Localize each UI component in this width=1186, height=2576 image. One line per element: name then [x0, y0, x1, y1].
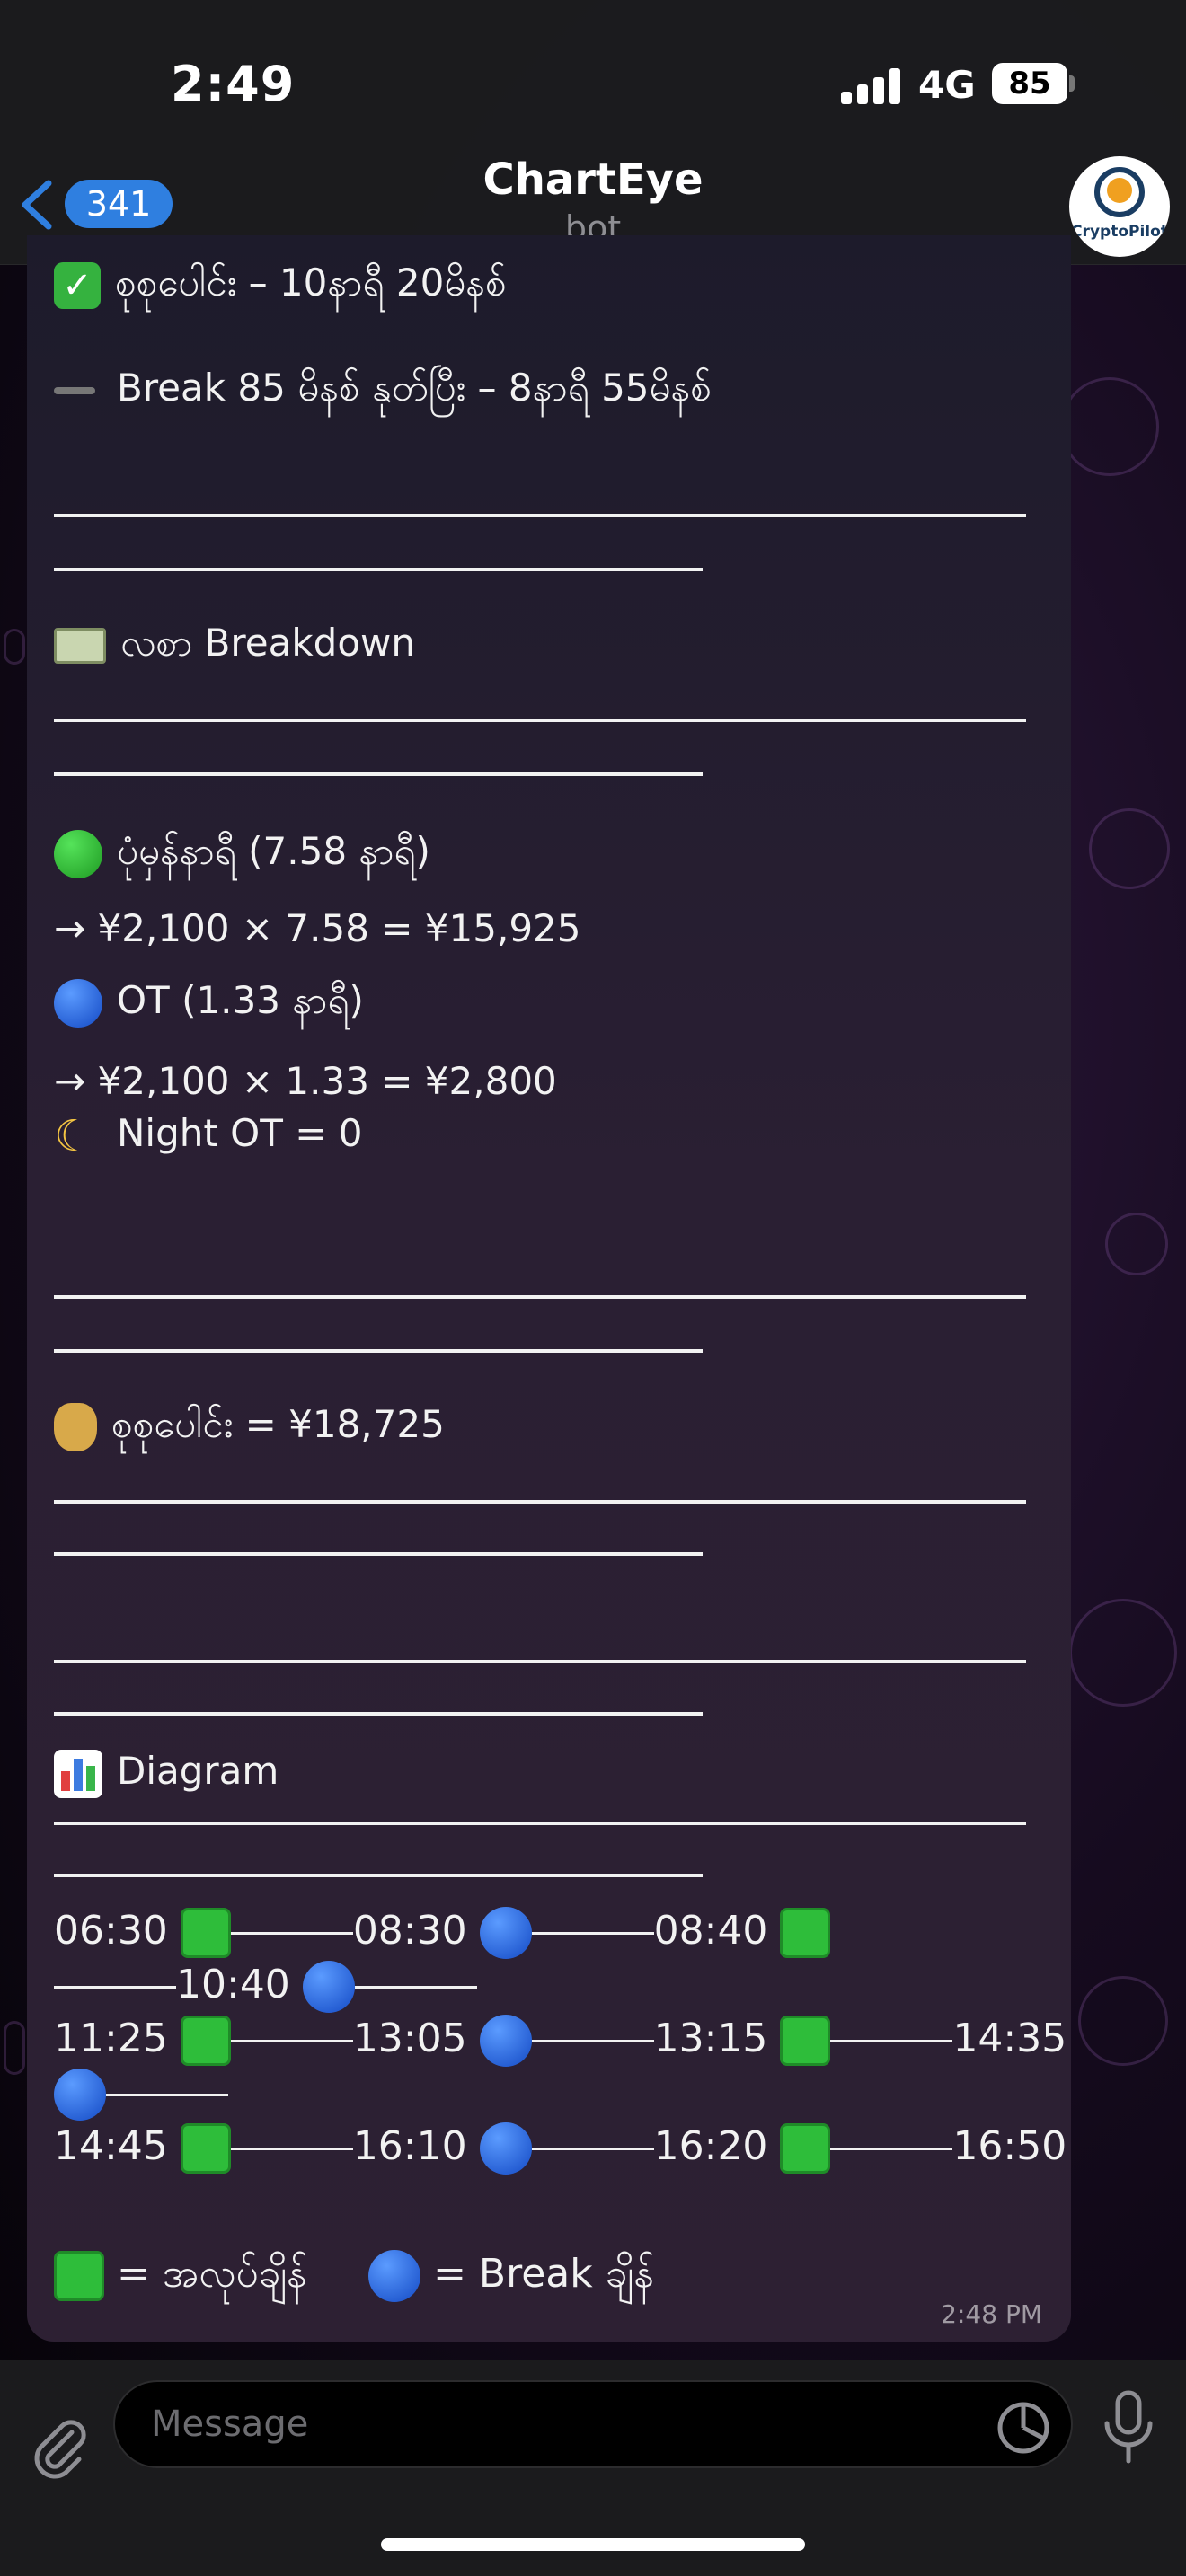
message-timestamp: 2:48 PM [941, 2299, 1042, 2329]
diagram-heading-row: Diagram [54, 1746, 279, 1798]
green-square-icon [180, 2016, 231, 2066]
green-square-icon [180, 2123, 231, 2174]
green-square-icon [180, 1908, 231, 1958]
total-time-row: ✓ စုစုပေါင်း – 10နာရီ 20မိနစ် [54, 258, 507, 309]
blue-circle-icon [302, 1961, 355, 2013]
time-label: 14:45 [54, 2123, 168, 2169]
paperclip-icon[interactable] [25, 2414, 93, 2483]
time-label: 06:30 [54, 1908, 168, 1954]
break-text: Break 85 မိနစ် နုတ်ပြီး – 8နာရီ 55မိနစ် [117, 366, 712, 410]
battery-tip [1069, 75, 1075, 92]
separator [54, 514, 1026, 517]
diagram-heading: Diagram [117, 1749, 279, 1793]
total-time-text: စုစုပေါင်း – 10နာရီ 20မိနစ် [115, 260, 507, 304]
minus-icon [54, 386, 95, 394]
microphone-icon[interactable] [1100, 2389, 1157, 2465]
network-type: 4G [918, 63, 976, 107]
status-time: 2:49 [171, 56, 296, 112]
timeline-segment [54, 1985, 176, 1989]
time-label: 13:15 [653, 2016, 768, 2061]
schedule-row: 14:45 16:10 16:20 16:50 [54, 2120, 1067, 2175]
blue-circle-icon [54, 978, 102, 1028]
money-icon [54, 627, 106, 664]
green-square-icon [54, 2251, 104, 2301]
schedule-row [54, 2066, 228, 2121]
ot-hours-label: OT (1.33 နာရီ) [117, 978, 364, 1022]
basic-hours-row: ပုံမှန်နာရီ (7.58 နာရီ) [54, 826, 430, 878]
green-square-icon [780, 1908, 831, 1958]
breakdown-heading-row: လစာ Breakdown [54, 618, 415, 668]
separator [54, 772, 703, 776]
schedule-row: 06:30 08:30 08:40 [54, 1904, 831, 1959]
time-label: 11:25 [54, 2016, 168, 2061]
green-square-icon [780, 2123, 831, 2174]
separator [54, 1822, 1026, 1825]
total-pay-row: စုစုပေါင်း = ¥18,725 [54, 1399, 445, 1451]
schedule-row: 10:40 [54, 1958, 477, 2013]
message-bubble[interactable]: ✓ စုစုပေါင်း – 10နာရီ 20မိနစ် Break 85 မိ… [27, 235, 1071, 2342]
timeline-segment [230, 1931, 353, 1935]
timeline-segment [230, 2039, 353, 2042]
money-bag-icon [54, 1402, 97, 1451]
night-ot-row: ☾ Night OT = 0 [54, 1108, 363, 1160]
ot-pay-calc: → ¥2,100 × 1.33 = ¥2,800 [54, 1059, 557, 1103]
home-indicator [381, 2538, 805, 2551]
diagram-legend: = အလုပ်ချိန် = Break ချိန် [54, 2247, 654, 2302]
timeline-segment [531, 1931, 654, 1935]
time-label: 14:35 [952, 2016, 1067, 2061]
separator [54, 568, 703, 571]
separator [54, 1552, 703, 1556]
green-square-icon [780, 2016, 831, 2066]
schedule-row: 11:25 13:05 13:15 14:35 [54, 2012, 1067, 2067]
blue-circle-icon [479, 1907, 532, 1959]
timeline-segment [531, 2039, 654, 2042]
time-label: 08:30 [352, 1908, 467, 1954]
legend-break: = Break ချိန် [433, 2251, 655, 2297]
separator [54, 1712, 703, 1716]
message-input[interactable] [113, 2380, 1073, 2468]
timeline-segment [830, 2147, 953, 2150]
avatar-brand-text: CryptoPilot [1071, 223, 1168, 241]
time-label: 13:05 [352, 2016, 467, 2061]
break-row: Break 85 မိနစ် နုတ်ပြီး – 8နာရီ 55မိနစ် [54, 363, 712, 413]
breakdown-heading: လစာ Breakdown [120, 621, 416, 665]
separator [54, 1500, 1026, 1504]
night-ot-text: Night OT = 0 [117, 1111, 363, 1155]
check-icon: ✓ [54, 261, 101, 309]
time-label: 16:10 [352, 2123, 467, 2169]
legend-work: = အလုပ်ချိန် [117, 2251, 308, 2297]
total-pay-text: စုစုပေါင်း = ¥18,725 [111, 1402, 445, 1446]
bot-avatar[interactable]: CryptoPilot [1069, 156, 1170, 257]
time-label: 08:40 [653, 1908, 768, 1954]
basic-hours-label: ပုံမှန်နာရီ (7.58 နာရီ) [117, 829, 430, 873]
timeline-segment [531, 2147, 654, 2150]
basic-pay-calc: → ¥2,100 × 7.58 = ¥15,925 [54, 906, 581, 950]
separator [54, 1660, 1026, 1663]
separator [54, 719, 1026, 722]
sticker-icon[interactable] [996, 2400, 1051, 2456]
bar-chart-icon [54, 1749, 102, 1798]
time-label: 16:50 [952, 2123, 1067, 2169]
blue-circle-icon [479, 2015, 532, 2067]
bitcoin-logo-icon [1107, 178, 1132, 203]
separator [54, 1874, 703, 1877]
moon-icon: ☾ [54, 1110, 93, 1161]
cellular-signal-icon [841, 68, 900, 104]
timeline-segment [830, 2039, 953, 2042]
timeline-segment [106, 2093, 228, 2096]
green-circle-icon [54, 829, 102, 878]
battery-indicator: 85 [992, 63, 1067, 104]
blue-circle-icon [479, 2122, 532, 2175]
timeline-segment [354, 1985, 477, 1989]
timeline-segment [230, 2147, 353, 2150]
chat-title[interactable]: ChartEye [0, 154, 1186, 205]
navigation-header: 2:49 4G 85 341 ChartEye bot CryptoPilot [0, 0, 1186, 265]
ot-hours-row: OT (1.33 နာရီ) [54, 975, 364, 1028]
separator [54, 1295, 1026, 1299]
time-label: 16:20 [653, 2123, 768, 2169]
separator [54, 1349, 703, 1353]
blue-circle-icon [54, 2069, 106, 2121]
blue-circle-icon [368, 2250, 421, 2302]
time-label: 10:40 [176, 1962, 290, 2007]
